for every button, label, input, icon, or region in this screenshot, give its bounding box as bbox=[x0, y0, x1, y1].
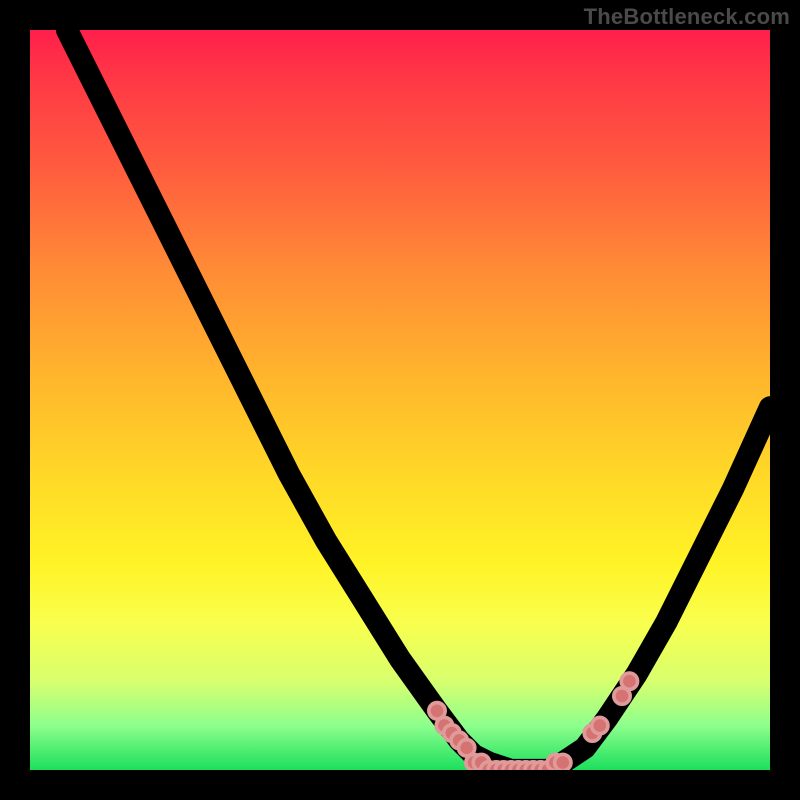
data-point bbox=[592, 717, 608, 733]
chart-frame: TheBottleneck.com bbox=[0, 0, 800, 800]
bottleneck-curve bbox=[67, 30, 770, 770]
plot-area bbox=[30, 30, 770, 770]
curve-svg bbox=[30, 30, 770, 770]
data-point bbox=[555, 754, 571, 770]
data-point bbox=[621, 673, 637, 689]
watermark-text: TheBottleneck.com bbox=[584, 4, 790, 30]
